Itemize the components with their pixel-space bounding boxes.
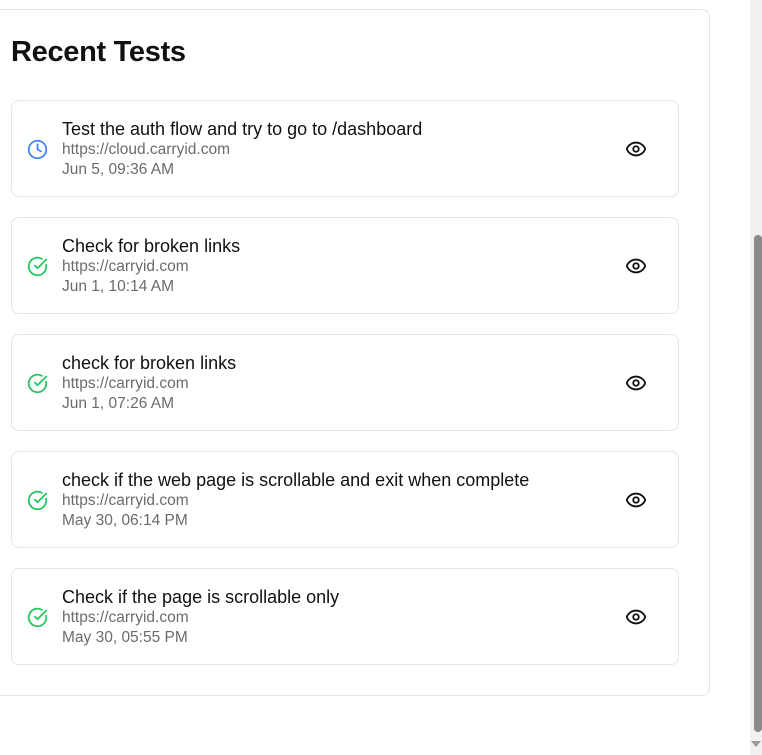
check-circle-icon [27,373,48,394]
test-name: check if the web page is scrollable and … [62,470,530,490]
clock-icon [27,139,48,160]
page-title: Recent Tests [11,36,186,68]
eye-icon[interactable] [625,372,649,396]
test-name: Check if the page is scrollable only [62,587,340,607]
test-name: Test the auth flow and try to go to /das… [62,119,423,139]
test-url: https://carryid.com [62,258,189,275]
tests-list: Test the auth flow and try to go to /das… [11,100,679,685]
test-card[interactable]: check for broken links https://carryid.c… [11,334,679,431]
scroll-down-arrow-icon[interactable] [751,741,761,747]
test-name: check for broken links [62,353,237,373]
test-name: Check for broken links [62,236,241,256]
test-date: Jun 1, 10:14 AM [62,278,175,295]
test-date: May 30, 05:55 PM [62,629,188,646]
check-circle-icon [27,490,48,511]
test-card[interactable]: Check for broken links https://carryid.c… [11,217,679,314]
test-url: https://cloud.carryid.com [62,141,230,158]
test-url: https://carryid.com [62,492,189,509]
test-date: May 30, 06:14 PM [62,512,188,529]
eye-icon[interactable] [625,606,649,630]
test-card[interactable]: Check if the page is scrollable only htt… [11,568,679,665]
test-card[interactable]: Test the auth flow and try to go to /das… [11,100,679,197]
test-date: Jun 5, 09:36 AM [62,161,175,178]
test-date: Jun 1, 07:26 AM [62,395,175,412]
test-url: https://carryid.com [62,609,189,626]
eye-icon[interactable] [625,255,649,279]
test-url: https://carryid.com [62,375,189,392]
scrollbar-thumb[interactable] [754,235,762,732]
check-circle-icon [27,607,48,628]
check-circle-icon [27,256,48,277]
eye-icon[interactable] [625,489,649,513]
test-card[interactable]: check if the web page is scrollable and … [11,451,679,548]
eye-icon[interactable] [625,138,649,162]
